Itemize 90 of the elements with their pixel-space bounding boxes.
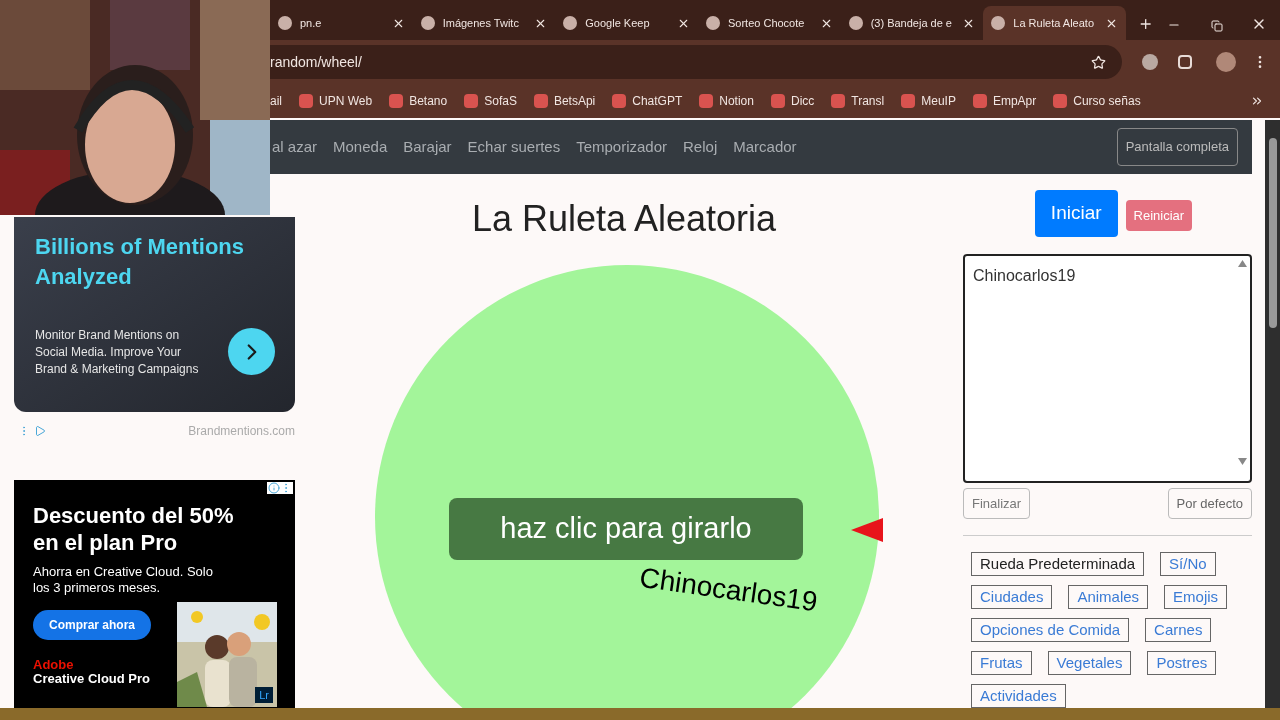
ad-body: Ahorra en Creative Cloud. Solo los 3 primeros meses. — [33, 564, 214, 597]
preset-button[interactable]: Animales — [1068, 585, 1149, 609]
tab-title: pn.e — [300, 15, 323, 31]
tab-title: Sorteo Chocote — [727, 15, 806, 31]
scroll-up-icon — [1238, 260, 1247, 267]
preset-button[interactable]: Carnes — [1145, 618, 1212, 642]
preset-button[interactable]: Sí/No — [1160, 552, 1216, 576]
address-bar[interactable]: random/wheel/ — [270, 45, 1122, 79]
page-title: La Ruleta Aleatoria — [471, 197, 778, 241]
finish-button[interactable]: Finalizar — [963, 488, 1031, 519]
extension-icon[interactable] — [1142, 54, 1158, 70]
tab-title: (3) Bandeja de e — [870, 15, 953, 31]
bookmark-icon — [831, 94, 846, 108]
preset-button[interactable]: Opciones de Comida — [971, 618, 1130, 642]
fullscreen-button[interactable]: Pantalla completa — [1116, 128, 1238, 166]
default-button[interactable]: Por defecto — [1167, 488, 1252, 519]
bookmark-icon — [972, 94, 987, 108]
ad-info-icon[interactable] — [268, 482, 280, 495]
entries-field[interactable]: Chinocarlos19 — [963, 254, 1252, 483]
ad-headline: Billions of Mentions Analyzed — [35, 233, 245, 291]
bookmark[interactable]: UPN Web — [299, 92, 373, 110]
preset-button[interactable]: Ciudades — [971, 585, 1053, 609]
nav-link[interactable]: Barajar — [403, 135, 452, 159]
preset-button[interactable]: Postres — [1147, 651, 1217, 675]
more-bookmarks-icon[interactable] — [1250, 94, 1264, 108]
restore-icon[interactable] — [1210, 20, 1223, 32]
avatar-icon[interactable] — [1216, 52, 1236, 72]
url-text: random/wheel/ — [270, 52, 362, 72]
bookmark[interactable]: Transl — [831, 92, 885, 110]
browser-tab[interactable]: Google Keep — [555, 6, 698, 40]
nav-link[interactable]: Reloj — [683, 135, 718, 159]
reset-button[interactable]: Reiniciar — [1125, 200, 1193, 231]
bookmark-icon — [770, 94, 785, 108]
pointer-icon — [851, 518, 883, 542]
bookmark[interactable]: EmpApr — [972, 92, 1037, 110]
preset-button[interactable]: Rueda Predeterminada — [971, 552, 1145, 576]
start-button[interactable]: Iniciar — [1034, 190, 1118, 237]
ad-headline: Descuento del 50% en el plan Pro — [33, 502, 235, 557]
bookmark[interactable]: Betano — [389, 92, 448, 110]
preset-button[interactable]: Vegetales — [1047, 651, 1132, 675]
bookmark-icon — [1053, 94, 1068, 108]
nav-link[interactable]: Temporizador — [576, 135, 668, 159]
bookmark[interactable]: ail — [270, 92, 282, 110]
browser-tab[interactable]: La Ruleta Aleato — [983, 6, 1126, 40]
bookmark[interactable]: Curso señas — [1053, 92, 1141, 110]
bookmark[interactable]: BetsApi — [533, 92, 596, 110]
brand-logo: Adobe — [33, 658, 75, 672]
nav-link[interactable]: Echar suertes — [467, 135, 561, 159]
bookmark-icon — [464, 94, 479, 108]
bookmark-icon — [901, 94, 916, 108]
bookmark[interactable]: MeuIP — [901, 92, 956, 110]
ad-choices-icon[interactable] — [34, 425, 46, 438]
tab-site-icon — [278, 16, 292, 30]
nav-link[interactable]: Marcador — [733, 135, 797, 159]
buy-button[interactable]: Comprar ahora — [33, 610, 152, 641]
preset-button[interactable]: Actividades — [971, 684, 1066, 708]
tab-site-icon — [991, 16, 1006, 30]
bookmark-icon — [389, 94, 404, 108]
tab-site-icon — [848, 16, 863, 30]
tab-title: Google Keep — [585, 15, 651, 31]
browser-tab[interactable]: (3) Bandeja de e — [840, 6, 984, 40]
preset-button[interactable]: Frutas — [971, 651, 1032, 675]
ad-source: Brandmentions.com — [188, 423, 295, 441]
preset-button[interactable]: Emojis — [1164, 585, 1228, 609]
bookmark-icon — [299, 94, 313, 108]
browser-tab[interactable]: pn.e — [270, 6, 413, 40]
scroll-down-icon — [1238, 458, 1247, 465]
scrollbar[interactable] — [1265, 120, 1280, 708]
bookmark-icon — [533, 94, 548, 108]
tab-site-icon — [705, 16, 720, 30]
bookmark[interactable]: ChatGPT — [612, 92, 683, 110]
tab-title: La Ruleta Aleato — [1013, 15, 1095, 31]
spin-hint[interactable]: haz clic para girarlo — [449, 498, 803, 560]
bookmark[interactable]: Dicc — [770, 92, 815, 110]
bookmark[interactable]: SofaS — [464, 92, 517, 110]
browser-tab[interactable]: Imágenes Twitc — [412, 6, 556, 40]
bookmark[interactable]: Notion — [699, 92, 754, 110]
nav-link[interactable]: Moneda — [333, 135, 388, 159]
tab-site-icon — [563, 16, 578, 30]
nav-link[interactable]: al azar — [272, 135, 318, 159]
product-name: Creative Cloud Pro — [33, 671, 152, 688]
bookmark-icon — [699, 94, 714, 108]
browser-tab[interactable]: Sorteo Chocote — [697, 6, 841, 40]
ad-body: Monitor Brand Mentions on Social Media. Improve Your Brand & Marketing Campaigns — [35, 327, 200, 378]
bookmark-icon — [612, 94, 627, 108]
next-button[interactable] — [228, 328, 275, 375]
star-icon[interactable] — [1091, 54, 1106, 70]
tab-title: Imágenes Twitc — [442, 15, 520, 31]
wheel-entry: Chinocarlos19 — [636, 560, 821, 620]
tab-site-icon — [420, 16, 435, 30]
